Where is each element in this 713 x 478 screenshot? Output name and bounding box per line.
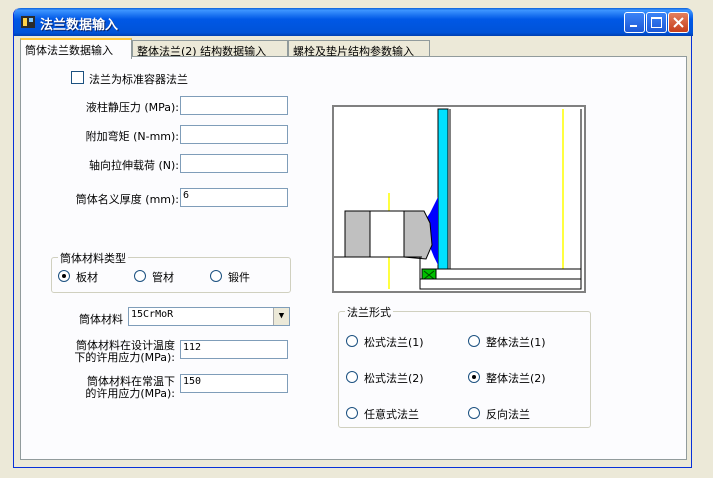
- flange-section-diagram: [332, 105, 586, 293]
- radio-pipe[interactable]: [134, 270, 146, 282]
- flange-section-left: [344, 210, 371, 258]
- material-select[interactable]: 15CrMoR ▼: [128, 307, 290, 326]
- radio-integral-flange-2[interactable]: [468, 371, 480, 383]
- shell-wall: [437, 108, 449, 270]
- tab-panel: 法兰为标准容器法兰 液柱静压力 (MPa): 附加弯矩 (N-mm): 轴向拉伸…: [20, 56, 687, 460]
- close-icon: [673, 17, 684, 28]
- client-area: 筒体法兰数据输入 整体法兰(2) 结构数据输入 螺栓及垫片结构参数输入 法兰为标…: [18, 36, 689, 464]
- maximize-button[interactable]: [646, 12, 667, 33]
- radio-forging-label: 锻件: [228, 271, 250, 284]
- flange-section-right: [403, 210, 433, 260]
- radio-optional-flange-label: 任意式法兰: [364, 408, 419, 421]
- material-type-title: 筒体材料类型: [58, 250, 128, 266]
- radio-plate-label: 板材: [76, 271, 98, 284]
- axial-load-input[interactable]: [180, 154, 288, 173]
- radio-loose-flange-1-label: 松式法兰(1): [364, 336, 424, 349]
- minimize-icon: [630, 25, 637, 27]
- flange-type-title: 法兰形式: [345, 304, 393, 320]
- ambient-stress-input[interactable]: 150: [180, 374, 288, 393]
- radio-reverse-flange-label: 反向法兰: [486, 408, 530, 421]
- chevron-down-icon[interactable]: ▼: [273, 308, 289, 325]
- bolt-hole: [369, 210, 405, 258]
- static-pressure-label: 液柱静压力 (MPa):: [85, 101, 179, 114]
- material-label: 筒体材料: [79, 313, 123, 326]
- nominal-thickness-input[interactable]: 6: [180, 188, 288, 207]
- radio-loose-flange-2-label: 松式法兰(2): [364, 372, 424, 385]
- material-select-value: 15CrMoR: [131, 309, 174, 320]
- ambient-stress-label-line2: 的许用应力(MPa):: [85, 387, 175, 400]
- radio-integral-flange-2-label: 整体法兰(2): [486, 372, 546, 385]
- tab-shell-flange[interactable]: 筒体法兰数据输入: [20, 38, 132, 59]
- flange-section-drawing: [334, 107, 584, 291]
- design-stress-input[interactable]: 112: [180, 340, 288, 359]
- design-stress-label-line2: 下的许用应力(MPa):: [74, 351, 175, 364]
- axial-load-label: 轴向拉伸载荷 (N):: [88, 159, 179, 172]
- flange-input-window: 法兰数据输入 筒体法兰数据输入 整体法兰(2) 结构数据输入 螺栓及垫片结构参数…: [13, 8, 693, 468]
- title-bar[interactable]: 法兰数据输入: [14, 8, 693, 36]
- nominal-thickness-label: 筒体名义厚度 (mm):: [75, 193, 179, 206]
- flange-type-group: 法兰形式 松式法兰(1) 整体法兰(1) 松式法兰(2) 整体法兰(2) 任意式…: [338, 304, 591, 428]
- maximize-icon: [651, 17, 662, 28]
- radio-plate[interactable]: [58, 270, 70, 282]
- radio-integral-flange-1[interactable]: [468, 335, 480, 347]
- radio-loose-flange-2[interactable]: [346, 371, 358, 383]
- standard-flange-label: 法兰为标准容器法兰: [89, 73, 188, 86]
- cover-plate-upper: [435, 268, 582, 280]
- minimize-button[interactable]: [624, 12, 645, 33]
- extra-moment-input[interactable]: [180, 125, 288, 144]
- standard-flange-checkbox[interactable]: [71, 71, 84, 84]
- radio-integral-flange-1-label: 整体法兰(1): [486, 336, 546, 349]
- close-button[interactable]: [668, 12, 689, 33]
- cover-plate-lower: [419, 278, 582, 290]
- radio-loose-flange-1[interactable]: [346, 335, 358, 347]
- radio-optional-flange[interactable]: [346, 407, 358, 419]
- window-title: 法兰数据输入: [40, 18, 119, 33]
- radio-reverse-flange[interactable]: [468, 407, 480, 419]
- material-type-group: 筒体材料类型 板材 管材 锻件: [51, 250, 291, 293]
- extra-moment-label: 附加弯矩 (N-mm):: [85, 130, 179, 143]
- static-pressure-input[interactable]: [180, 96, 288, 115]
- radio-pipe-label: 管材: [152, 271, 174, 284]
- app-icon: [21, 16, 35, 28]
- radio-forging[interactable]: [210, 270, 222, 282]
